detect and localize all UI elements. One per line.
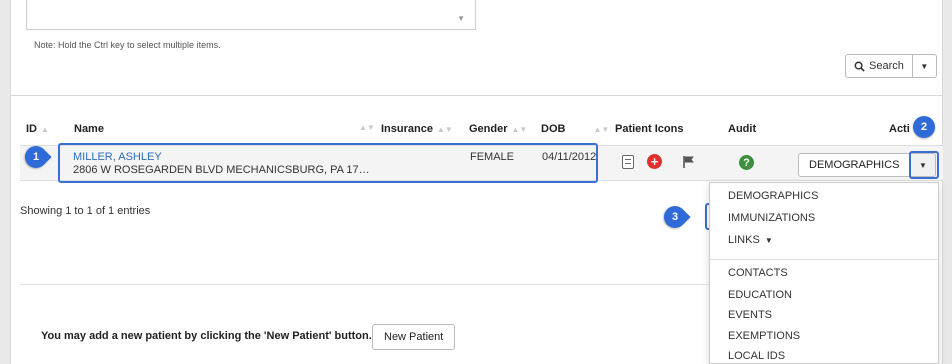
search-button-label: Search	[869, 60, 904, 72]
new-patient-button[interactable]: New Patient	[372, 324, 456, 350]
column-header-name[interactable]: Name	[74, 123, 104, 135]
column-header-actions: Acti	[889, 123, 910, 135]
table-header: ID ▲ Name ▲▼ Insurance ▲▼ Gender ▲▼ DOB ▲▼ P…	[10, 118, 943, 146]
new-patient-hint: You may add a new patient by clicking th…	[41, 330, 372, 342]
audit-help-icon[interactable]: ?	[739, 155, 754, 170]
sort-asc-icon: ▲	[41, 125, 49, 134]
column-header-patient-icons: Patient Icons	[615, 123, 684, 135]
menu-item-events[interactable]: EVENTS	[728, 309, 772, 321]
demographics-button[interactable]: DEMOGRAPHICS	[798, 153, 911, 177]
caret-highlight-box	[909, 151, 939, 179]
medical-plus-icon[interactable]: +	[647, 154, 662, 169]
menu-item-immunizations[interactable]: IMMUNIZATIONS	[728, 212, 815, 224]
column-header-gender[interactable]: Gender ▲▼	[469, 123, 527, 135]
row-highlight-box	[58, 143, 598, 183]
sort-icon: ▲▼	[511, 125, 528, 134]
menu-separator	[710, 259, 938, 260]
scroll-down-icon[interactable]: ▼	[457, 14, 465, 23]
action-dropdown-menu: DEMOGRAPHICS IMMUNIZATIONS LINKS ▼ CONTA…	[709, 182, 939, 364]
sort-icon: ▲▼	[593, 125, 610, 134]
menu-item-contacts[interactable]: CONTACTS	[728, 267, 788, 279]
multi-select-list[interactable]: ▼	[26, 0, 476, 30]
column-header-id[interactable]: ID ▲	[26, 123, 49, 135]
sort-icon: ▲▼	[359, 123, 375, 132]
search-button-group: Search ▼	[845, 54, 937, 78]
column-header-audit: Audit	[728, 123, 757, 135]
flag-icon[interactable]	[682, 155, 696, 169]
table-info: Showing 1 to 1 of 1 entries	[20, 205, 151, 217]
document-icon[interactable]	[622, 155, 634, 169]
caret-down-icon: ▼	[920, 61, 929, 71]
search-options-dropdown[interactable]: ▼	[912, 54, 937, 78]
caret-down-icon: ▼	[764, 236, 773, 245]
search-button[interactable]: Search	[845, 54, 913, 78]
column-header-insurance[interactable]: Insurance ▲▼	[381, 123, 453, 135]
column-header-dob[interactable]: DOB ▲▼	[541, 123, 609, 135]
sort-icon: ▲▼	[436, 125, 453, 134]
menu-item-demographics[interactable]: DEMOGRAPHICS	[728, 190, 818, 202]
menu-item-exemptions[interactable]: EXEMPTIONS	[728, 330, 800, 342]
search-icon	[854, 61, 865, 72]
menu-item-links[interactable]: LINKS ▼	[728, 234, 773, 246]
multi-select-note: Note: Hold the Ctrl key to select multip…	[34, 40, 221, 50]
callout-marker-2: 2	[913, 116, 935, 138]
menu-item-local-ids[interactable]: LOCAL IDS	[728, 350, 785, 362]
menu-item-education[interactable]: EDUCATION	[728, 289, 792, 301]
